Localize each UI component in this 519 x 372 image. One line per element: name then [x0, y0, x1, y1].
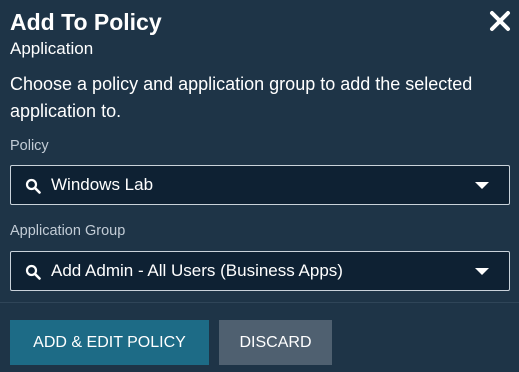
policy-select-value: Windows Lab — [51, 175, 154, 194]
search-icon — [25, 264, 41, 280]
discard-button[interactable]: DISCARD — [219, 320, 332, 365]
search-icon — [25, 178, 41, 194]
application-group-label: Application Group — [10, 223, 126, 239]
application-group-select[interactable]: Add Admin - All Users (Business Apps) — [10, 251, 510, 291]
policy-select[interactable]: Windows Lab — [10, 165, 510, 205]
chevron-down-icon — [475, 182, 489, 189]
close-icon[interactable] — [489, 10, 511, 32]
dialog-description: Choose a policy and application group to… — [10, 74, 473, 121]
application-group-select-value: Add Admin - All Users (Business Apps) — [51, 261, 343, 280]
dialog-title: Add To Policy — [10, 9, 162, 35]
add-and-edit-policy-button[interactable]: ADD & EDIT POLICY — [10, 320, 209, 365]
footer-divider — [0, 302, 519, 303]
add-to-policy-dialog: Add To Policy Application Choose a polic… — [0, 0, 519, 372]
chevron-down-icon — [475, 268, 489, 275]
policy-label: Policy — [10, 138, 49, 154]
dialog-subtitle: Application — [10, 39, 94, 58]
